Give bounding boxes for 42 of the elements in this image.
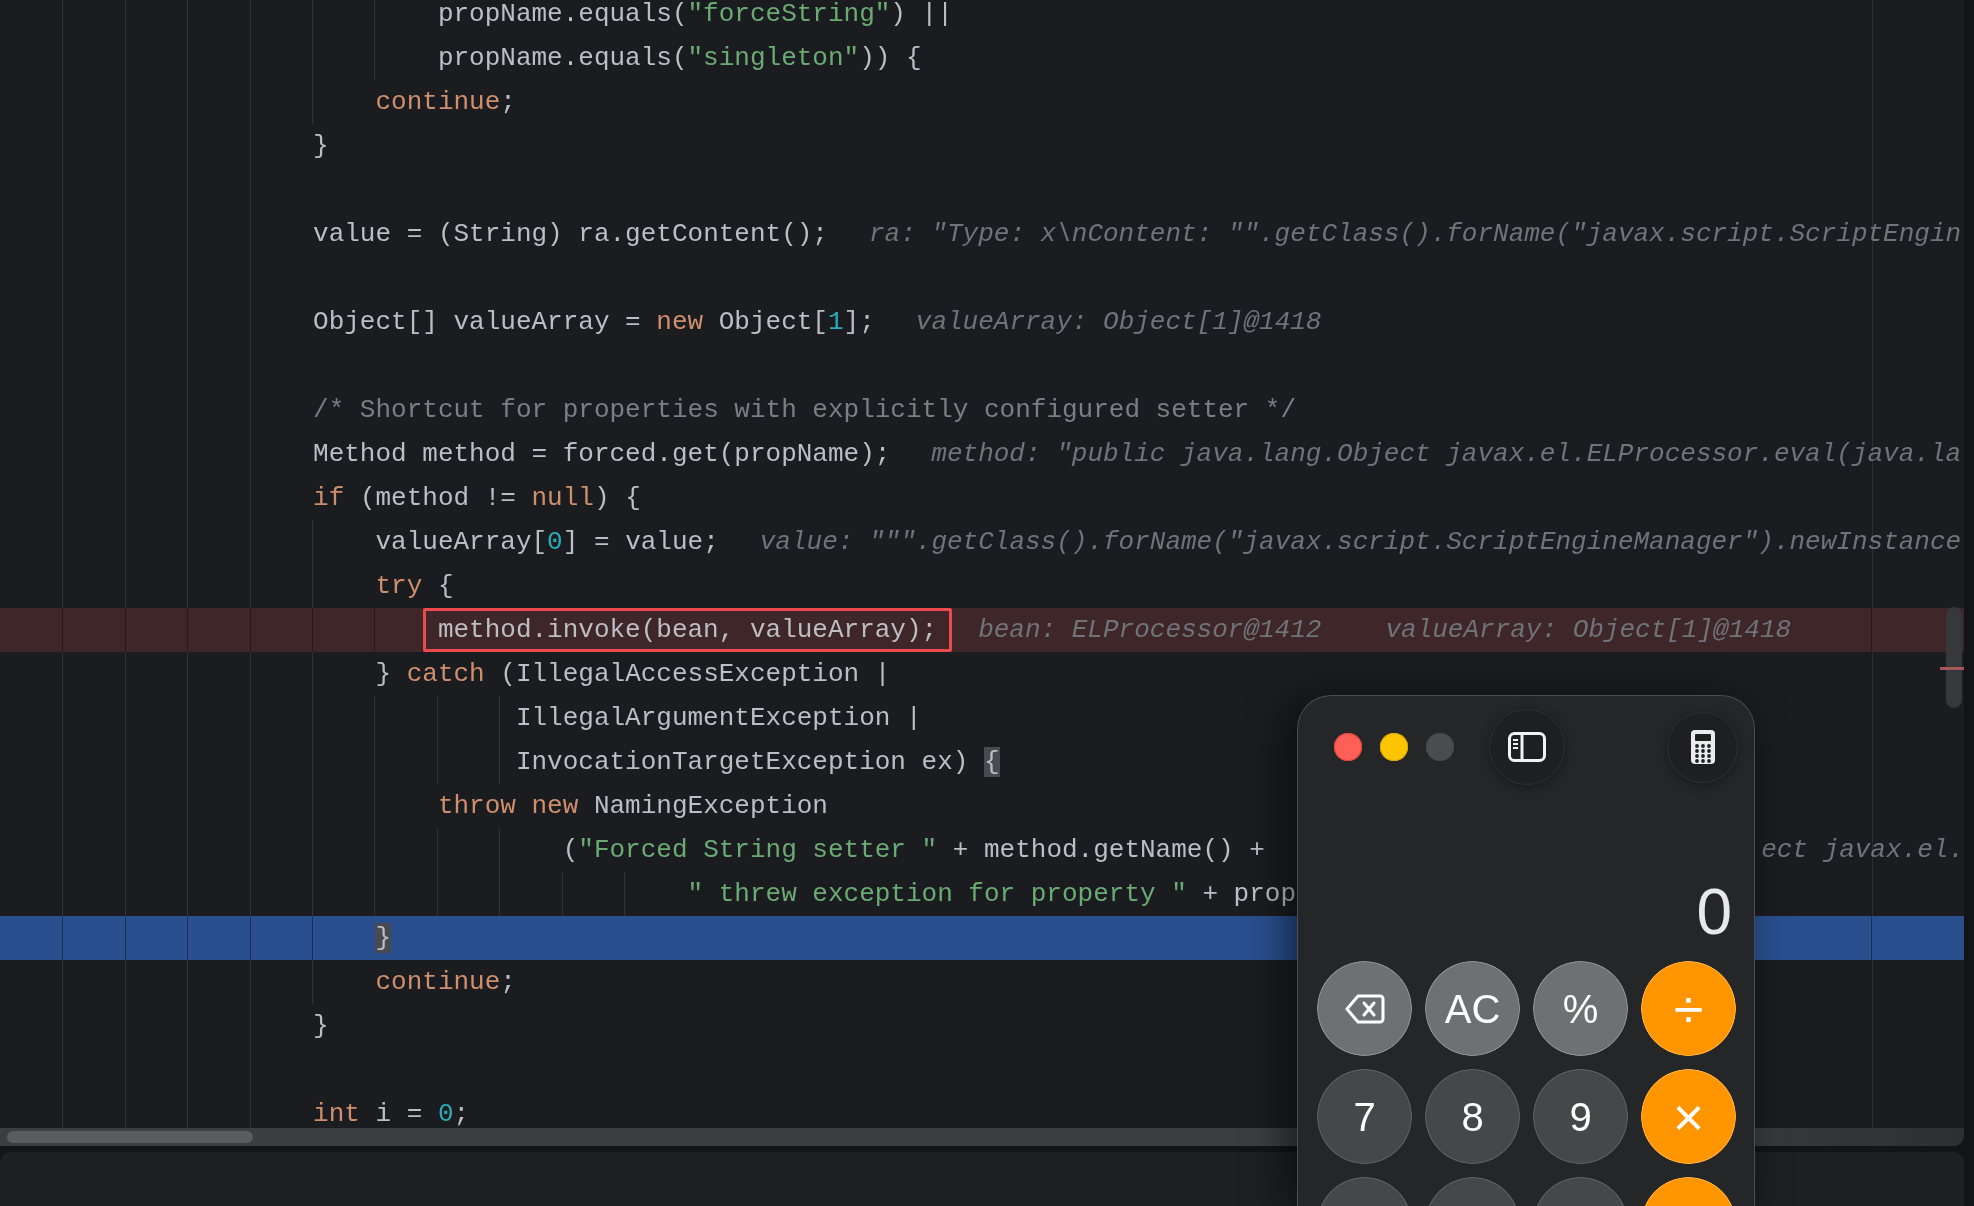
code-line: value = (String) ra.getContent(); [313,221,828,247]
code-line: method.invoke(bean, valueArray); [437,617,938,643]
backspace-icon [1344,993,1385,1024]
code-line: ("Forced String setter " + method.getName() + [562,837,1265,863]
inline-value-hint: bean: ELProcessor@1412 [978,617,1322,643]
code-line: } catch (IllegalAccessException | [375,661,891,687]
function-key[interactable]: AC [1425,961,1520,1056]
inline-value-hint: valueArray: Object[1]@1418 [1385,617,1792,643]
sidebar-icon [1508,732,1546,762]
scrollbar-thumb[interactable] [1946,607,1962,708]
digit-key[interactable]: 9 [1533,1069,1628,1164]
code-line: propName.equals("forceString") || [437,1,953,27]
code-line: continue; [375,89,516,115]
code-line: } [313,1013,329,1039]
inline-value-hint: valueArray: Object[1]@1418 [915,309,1322,335]
code-line: " threw exception for property " + prop [687,881,1296,907]
code-line: valueArray[0] = value; [375,529,719,555]
code-line: IllegalArgumentException | [515,705,922,731]
code-line: Object[] valueArray = new Object[1]; [313,309,875,335]
code-line: throw new NamingException [437,793,828,819]
inline-value-hint: ect javax.el. [1761,837,1964,863]
close-button[interactable] [1334,733,1362,761]
inline-value-hint: method: "public java.lang.Object javax.el.ELProcessor.eval(java.la [931,441,1962,467]
code-line: Method method = forced.get(propName); [313,441,891,467]
digit-key[interactable]: 8 [1425,1069,1520,1164]
code-line: try { [375,573,454,599]
code-line: int i = 0; [313,1101,470,1127]
code-line: /* Shortcut for properties with explicitly configured setter */ [313,397,1297,423]
digit-key[interactable]: 7 [1317,1069,1412,1164]
code-line: if (method != null) { [313,485,641,511]
display-value: 0 [1696,880,1732,944]
stripe-mark-icon [1940,667,1964,670]
scrollbar-thumb[interactable] [7,1131,253,1143]
code-line: InvocationTargetException ex) { [515,749,1000,775]
calculator-icon [1690,730,1715,764]
code-line: continue; [375,969,516,995]
code-line: } [313,133,329,159]
minimize-button[interactable] [1380,733,1408,761]
function-key[interactable]: % [1533,961,1628,1056]
inline-value-hint: value: """.getClass().forName("javax.script.ScriptEngineManager").newInstance [759,529,1962,555]
inline-value-hint: ra: "Type: x\nContent: "".getClass().forName("javax.script.ScriptEngin [868,221,1962,247]
code-line: propName.equals("singleton")) { [437,45,922,71]
